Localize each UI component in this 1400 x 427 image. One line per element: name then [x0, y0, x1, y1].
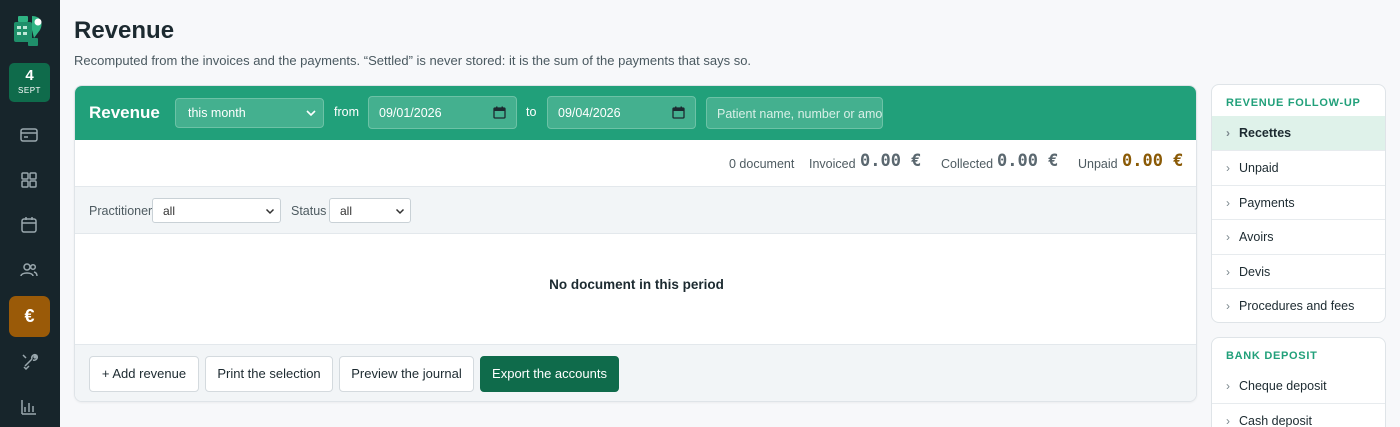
to-date-value: 09/04/2026 [558, 106, 621, 120]
today-date-badge[interactable]: 4 SEPT [9, 63, 50, 102]
page-subtitle: Recomputed from the invoices and the pay… [74, 53, 752, 68]
sidebar-item-label: Payments [1239, 195, 1295, 210]
revenue-panel: Revenue this month from 09/01/2026 to 09… [74, 85, 1197, 402]
app-logo[interactable] [12, 12, 46, 48]
sidebar-item-cash-deposit[interactable]: › Cash deposit [1212, 403, 1385, 427]
sidebar-item-recettes[interactable]: › Recettes [1212, 116, 1385, 151]
calendar-icon[interactable] [18, 214, 40, 236]
calendar-picker-icon[interactable] [493, 106, 506, 119]
period-select[interactable]: this month [175, 98, 324, 128]
billing-card-icon[interactable] [18, 124, 40, 146]
follow-up-title: REVENUE FOLLOW-UP [1226, 97, 1361, 109]
add-revenue-button[interactable]: + Add revenue [89, 356, 199, 392]
from-label: from [334, 105, 359, 119]
export-accounts-button[interactable]: Export the accounts [480, 356, 619, 392]
sidebar-item-label: Avoirs [1239, 230, 1274, 245]
tools-icon[interactable] [18, 351, 40, 373]
sidebar-item-payments[interactable]: › Payments [1212, 184, 1385, 219]
chevron-right-icon: › [1226, 230, 1230, 245]
revenue-toolbar: Revenue this month from 09/01/2026 to 09… [75, 86, 1196, 140]
bank-deposit-panel: BANK DEPOSIT › Cheque deposit › Cash depos… [1211, 337, 1386, 427]
print-selection-button[interactable]: Print the selection [205, 356, 333, 392]
chevron-down-icon [395, 208, 405, 215]
sidebar-item-label: Cash deposit [1239, 414, 1312, 427]
chevron-right-icon: › [1226, 414, 1230, 427]
unpaid-value: 0.00 € [1122, 151, 1184, 171]
sidebar-item-devis[interactable]: › Devis [1212, 253, 1385, 288]
to-date-input[interactable]: 09/04/2026 [547, 96, 696, 129]
calendar-picker-icon[interactable] [672, 106, 685, 119]
collected-value: 0.00 € [997, 151, 1059, 171]
status-select[interactable]: all [329, 198, 411, 223]
search-placeholder: Patient name, number or amount [717, 107, 883, 121]
from-date-value: 09/01/2026 [379, 106, 442, 120]
chevron-right-icon: › [1226, 161, 1230, 176]
preview-journal-button[interactable]: Preview the journal [339, 356, 474, 392]
status-label: Status [291, 204, 327, 218]
page-title: Revenue [74, 17, 175, 44]
sidebar-item-label: Recettes [1239, 126, 1292, 140]
chevron-right-icon: › [1226, 126, 1230, 140]
invoiced-value: 0.00 € [860, 151, 922, 171]
collected-label: Collected [941, 157, 994, 171]
chevron-down-icon [265, 208, 275, 215]
action-bar: + Add revenue Print the selection Previe… [75, 344, 1196, 401]
date-day: 4 [25, 67, 34, 84]
date-month: SEPT [18, 86, 41, 95]
unpaid-label: Unpaid [1078, 157, 1118, 171]
patients-icon[interactable] [18, 259, 40, 281]
chevron-right-icon: › [1226, 379, 1230, 393]
from-date-input[interactable]: 09/01/2026 [368, 96, 517, 129]
sidebar-item-label: Unpaid [1239, 161, 1279, 176]
sidebar-item-label: Procedures and fees [1239, 298, 1355, 313]
sidebar-item-label: Devis [1239, 264, 1271, 279]
revenue-follow-up-panel: REVENUE FOLLOW-UP › Recettes › Unpaid › Pay… [1211, 84, 1386, 323]
document-count: 0 document [729, 157, 795, 171]
practitioner-label: Practitioner [89, 204, 153, 218]
chevron-right-icon: › [1226, 195, 1230, 210]
chevron-right-icon: › [1226, 264, 1230, 279]
dashboard-grid-icon[interactable] [18, 169, 40, 191]
sidebar-item-procedures[interactable]: › Procedures and fees [1212, 287, 1385, 322]
status-value: all [340, 204, 353, 218]
totals-bar: 0 document Invoiced 0.00 € Collected 0.0… [75, 140, 1196, 187]
left-rail: 4 SEPT € [0, 0, 60, 427]
sidebar-item-label: Cheque deposit [1239, 379, 1327, 393]
practitioner-select[interactable]: all [152, 198, 281, 223]
sidebar-item-cheque-deposit[interactable]: › Cheque deposit [1212, 369, 1385, 403]
euro-icon: € [24, 306, 35, 326]
to-label: to [526, 105, 537, 119]
patient-search-input[interactable]: Patient name, number or amount [706, 97, 883, 129]
chevron-down-icon [306, 110, 316, 117]
revenue-euro-button[interactable]: € [9, 296, 50, 337]
filter-bar: Practitioner all Status all [75, 187, 1196, 234]
empty-state-message: No document in this period [549, 277, 724, 292]
sidebar-item-avoirs[interactable]: › Avoirs [1212, 219, 1385, 253]
invoiced-label: Invoiced [809, 157, 856, 171]
bank-deposit-title: BANK DEPOSIT [1226, 350, 1318, 362]
panel-title: Revenue [89, 103, 160, 122]
period-select-value: this month [188, 106, 246, 120]
chevron-right-icon: › [1226, 298, 1230, 313]
practitioner-value: all [163, 204, 176, 218]
sidebar-item-unpaid[interactable]: › Unpaid [1212, 150, 1385, 184]
stats-icon[interactable] [18, 396, 40, 418]
